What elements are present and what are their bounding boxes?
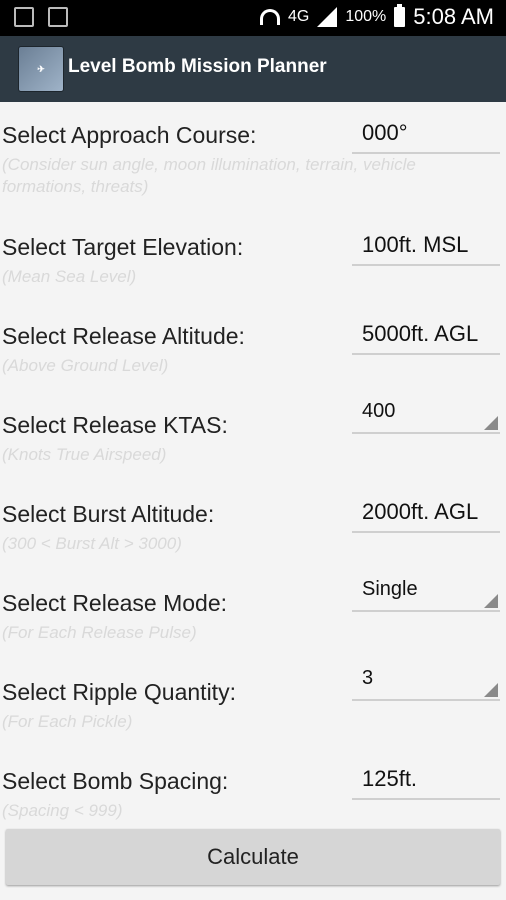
release-ktas-label: Select Release KTAS: [2, 412, 228, 438]
release-mode-row: Select Release Mode: (For Each Release P… [0, 568, 506, 658]
ripple-quantity-row: Select Ripple Quantity: (For Each Pickle… [0, 657, 506, 747]
ripple-quantity-spinner[interactable]: 3 [352, 667, 500, 701]
release-mode-label: Select Release Mode: [2, 590, 228, 616]
bomb-spacing-input[interactable]: 125ft. [352, 766, 500, 800]
ripple-quantity-hint: (For Each Pickle) [2, 712, 133, 731]
clock: 5:08 AM [413, 4, 494, 29]
release-altitude-label: Select Release Altitude: [2, 323, 245, 349]
dropdown-triangle-icon [484, 594, 498, 608]
bomb-spacing-label: Select Bomb Spacing: [2, 768, 229, 794]
network-type: 4G [288, 8, 310, 25]
release-altitude-hint: (Above Ground Level) [2, 356, 169, 375]
burst-altitude-label: Select Burst Altitude: [2, 501, 215, 527]
dropdown-triangle-icon [484, 683, 498, 697]
approach-course-input[interactable]: 000° [352, 120, 500, 154]
wifi-icon [260, 9, 281, 25]
ripple-quantity-value: 3 [362, 667, 374, 689]
target-elevation-input[interactable]: 100ft. MSL [352, 232, 500, 266]
bomb-spacing-hint: (Spacing < 999) [2, 801, 123, 820]
burst-altitude-input[interactable]: 2000ft. AGL [352, 499, 500, 533]
image-notification-icon [14, 7, 34, 27]
approach-course-hint: (Consider sun angle, moon illumination, … [2, 155, 416, 196]
battery-icon [394, 4, 406, 27]
target-elevation-row: Select Target Elevation: (Mean Sea Level… [0, 212, 506, 302]
release-ktas-value: 400 [362, 400, 396, 422]
target-elevation-label: Select Target Elevation: [2, 234, 244, 260]
action-bar: ✈ Level Bomb Mission Planner [0, 36, 506, 102]
approach-course-row: Select Approach Course: (Consider sun an… [0, 102, 506, 196]
signal-icon [317, 7, 338, 27]
release-altitude-input[interactable]: 5000ft. AGL [352, 321, 500, 355]
release-ktas-row: Select Release KTAS: (Knots True Airspee… [0, 390, 506, 480]
release-ktas-spinner[interactable]: 400 [352, 400, 500, 434]
ripple-quantity-label: Select Ripple Quantity: [2, 679, 236, 705]
release-altitude-row: Select Release Altitude: (Above Ground L… [0, 301, 506, 391]
battery-level: 100% [345, 8, 387, 25]
approach-course-label: Select Approach Course: [2, 122, 257, 148]
status-bar: 4G 100% 5:08 AM [0, 0, 506, 36]
burst-altitude-row: Select Burst Altitude: (300 < Burst Alt … [0, 479, 506, 569]
form-content: Select Approach Course: (Consider sun an… [0, 102, 506, 900]
target-elevation-hint: (Mean Sea Level) [2, 267, 137, 286]
release-mode-hint: (For Each Release Pulse) [2, 623, 197, 642]
app-logo-icon: ✈ [18, 46, 64, 92]
bomb-spacing-row: Select Bomb Spacing: (Spacing < 999) 125… [0, 746, 506, 836]
dropdown-triangle-icon [484, 416, 498, 430]
voicemail-notification-icon [48, 7, 68, 27]
release-mode-value: Single [362, 578, 418, 600]
release-mode-spinner[interactable]: Single [352, 578, 500, 612]
burst-altitude-hint: (300 < Burst Alt > 3000) [2, 534, 182, 553]
release-ktas-hint: (Knots True Airspeed) [2, 445, 167, 464]
app-title: Level Bomb Mission Planner [68, 56, 327, 77]
calculate-button[interactable]: Calculate [6, 829, 500, 885]
